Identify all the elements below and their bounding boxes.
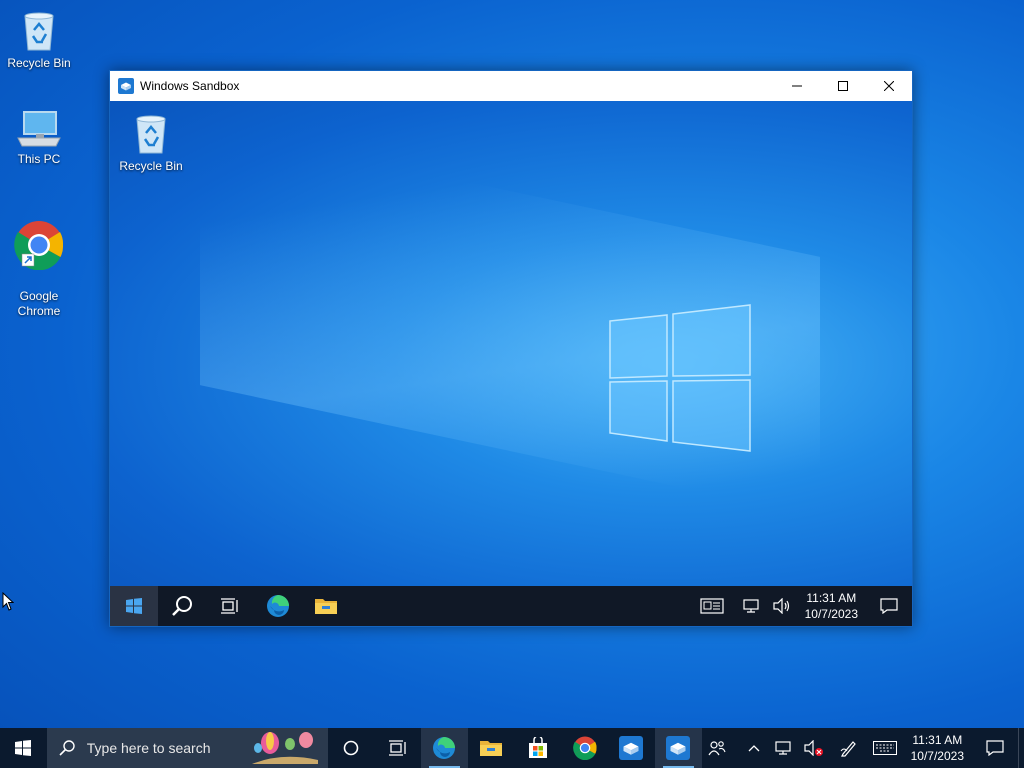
task-view-icon	[221, 598, 238, 614]
guest-action-center-button[interactable]	[869, 586, 909, 626]
taskbar-windows-sandbox-running[interactable]	[654, 728, 702, 768]
sandbox-guest-desktop[interactable]: Recycle Bin 11:31 AM 10/7/2023	[110, 101, 912, 626]
taskbar-edge-button[interactable]	[421, 728, 468, 768]
desktop-icon-label: Google Chrome	[17, 289, 61, 318]
guest-search-button[interactable]	[158, 586, 206, 626]
title-bar[interactable]: Windows Sandbox	[110, 71, 912, 101]
clock-date: 10/7/2023	[910, 749, 964, 763]
taskbar: Type here to search 11:31 AM 10/7/2023	[0, 728, 1024, 768]
guest-network-button[interactable]	[740, 586, 764, 626]
search-icon	[172, 596, 192, 616]
guest-clock-date: 10/7/2023	[804, 607, 858, 621]
guest-clock[interactable]: 11:31 AM 10/7/2023	[797, 590, 866, 622]
guest-clock-time: 11:31 AM	[806, 591, 857, 605]
task-view-button[interactable]	[374, 728, 421, 768]
windows-start-icon	[126, 598, 142, 614]
maximize-icon	[838, 81, 848, 91]
guest-desktop-icon-recycle-bin[interactable]: Recycle Bin	[116, 111, 186, 174]
taskbar-store-button[interactable]	[515, 728, 562, 768]
file-explorer-icon	[315, 599, 337, 614]
guest-edge-button[interactable]	[254, 586, 302, 626]
desktop-icon-google-chrome[interactable]: Google Chrome	[4, 205, 74, 319]
notification-icon	[880, 598, 898, 614]
edge-icon	[433, 737, 456, 759]
windows-sandbox-app-icon	[118, 78, 134, 94]
news-icon	[700, 598, 724, 614]
keyboard-icon	[872, 741, 897, 755]
volume-muted-icon	[804, 740, 823, 756]
guest-task-view-button[interactable]	[206, 586, 254, 626]
desktop-icon-recycle-bin[interactable]: Recycle Bin	[4, 8, 74, 71]
touch-keyboard-button[interactable]	[870, 728, 900, 768]
guest-system-tray: 11:31 AM 10/7/2023	[692, 586, 912, 626]
chrome-icon	[14, 221, 64, 270]
search-icon	[59, 740, 75, 756]
file-explorer-icon	[480, 741, 503, 756]
notification-icon	[986, 740, 1004, 756]
people-icon	[708, 741, 726, 756]
guest-volume-button[interactable]	[770, 586, 794, 626]
show-hidden-icons-button[interactable]	[742, 728, 766, 768]
taskbar-clock[interactable]: 11:31 AM 10/7/2023	[903, 732, 972, 764]
chrome-icon	[572, 736, 597, 760]
search-placeholder: Type here to search	[86, 740, 211, 756]
volume-muted-button[interactable]	[802, 728, 826, 768]
windows-sandbox-app-icon	[666, 736, 691, 760]
action-center-button[interactable]	[975, 728, 1015, 768]
mouse-cursor-icon	[2, 592, 14, 611]
start-button[interactable]	[0, 728, 47, 768]
edge-icon	[267, 595, 289, 617]
guest-news-button[interactable]	[695, 586, 729, 626]
guest-file-explorer-button[interactable]	[302, 586, 350, 626]
show-desktop-button[interactable]	[1018, 728, 1024, 768]
minimize-button[interactable]	[774, 71, 820, 101]
taskbar-windows-sandbox-pinned[interactable]	[608, 728, 655, 768]
cortana-icon	[343, 740, 359, 756]
maximize-button[interactable]	[820, 71, 866, 101]
desktop-icon-label: Recycle Bin	[7, 56, 71, 70]
network-icon	[743, 599, 759, 613]
minimize-icon	[792, 85, 802, 87]
this-pc-icon	[17, 111, 61, 147]
desktop-icon-label: This PC	[17, 152, 61, 166]
guest-taskbar: 11:31 AM 10/7/2023	[110, 586, 912, 626]
people-button[interactable]	[705, 728, 729, 768]
windows-logo-wallpaper	[609, 304, 751, 452]
close-button[interactable]	[866, 71, 912, 101]
taskbar-file-explorer-button[interactable]	[468, 728, 515, 768]
pen-workspace-button[interactable]	[837, 728, 861, 768]
windows-start-icon	[15, 740, 32, 756]
window-title: Windows Sandbox	[140, 79, 240, 93]
windows-sandbox-app-icon	[619, 736, 644, 760]
taskbar-chrome-button[interactable]	[561, 728, 608, 768]
pen-icon	[840, 741, 856, 757]
clock-time: 11:31 AM	[912, 733, 963, 747]
cortana-button[interactable]	[328, 728, 375, 768]
sandbox-window[interactable]: Windows Sandbox Recycle Bin 11:31 AM 10/…	[109, 70, 913, 627]
close-icon	[884, 81, 894, 91]
guest-start-button[interactable]	[110, 586, 158, 626]
network-button[interactable]	[772, 728, 796, 768]
volume-icon	[773, 598, 789, 614]
microsoft-store-icon	[528, 737, 547, 758]
task-view-icon	[388, 740, 406, 756]
search-box[interactable]: Type here to search	[46, 728, 328, 768]
network-icon	[775, 741, 791, 755]
desktop-icon-this-pc[interactable]: This PC	[4, 108, 74, 167]
search-highlight-balloons-icon	[251, 732, 318, 764]
chevron-up-icon	[748, 745, 760, 752]
system-tray: 11:31 AM 10/7/2023	[702, 728, 1024, 768]
recycle-bin-icon	[136, 115, 166, 154]
recycle-bin-icon	[24, 12, 54, 51]
desktop-icon-label: Recycle Bin	[119, 159, 183, 173]
